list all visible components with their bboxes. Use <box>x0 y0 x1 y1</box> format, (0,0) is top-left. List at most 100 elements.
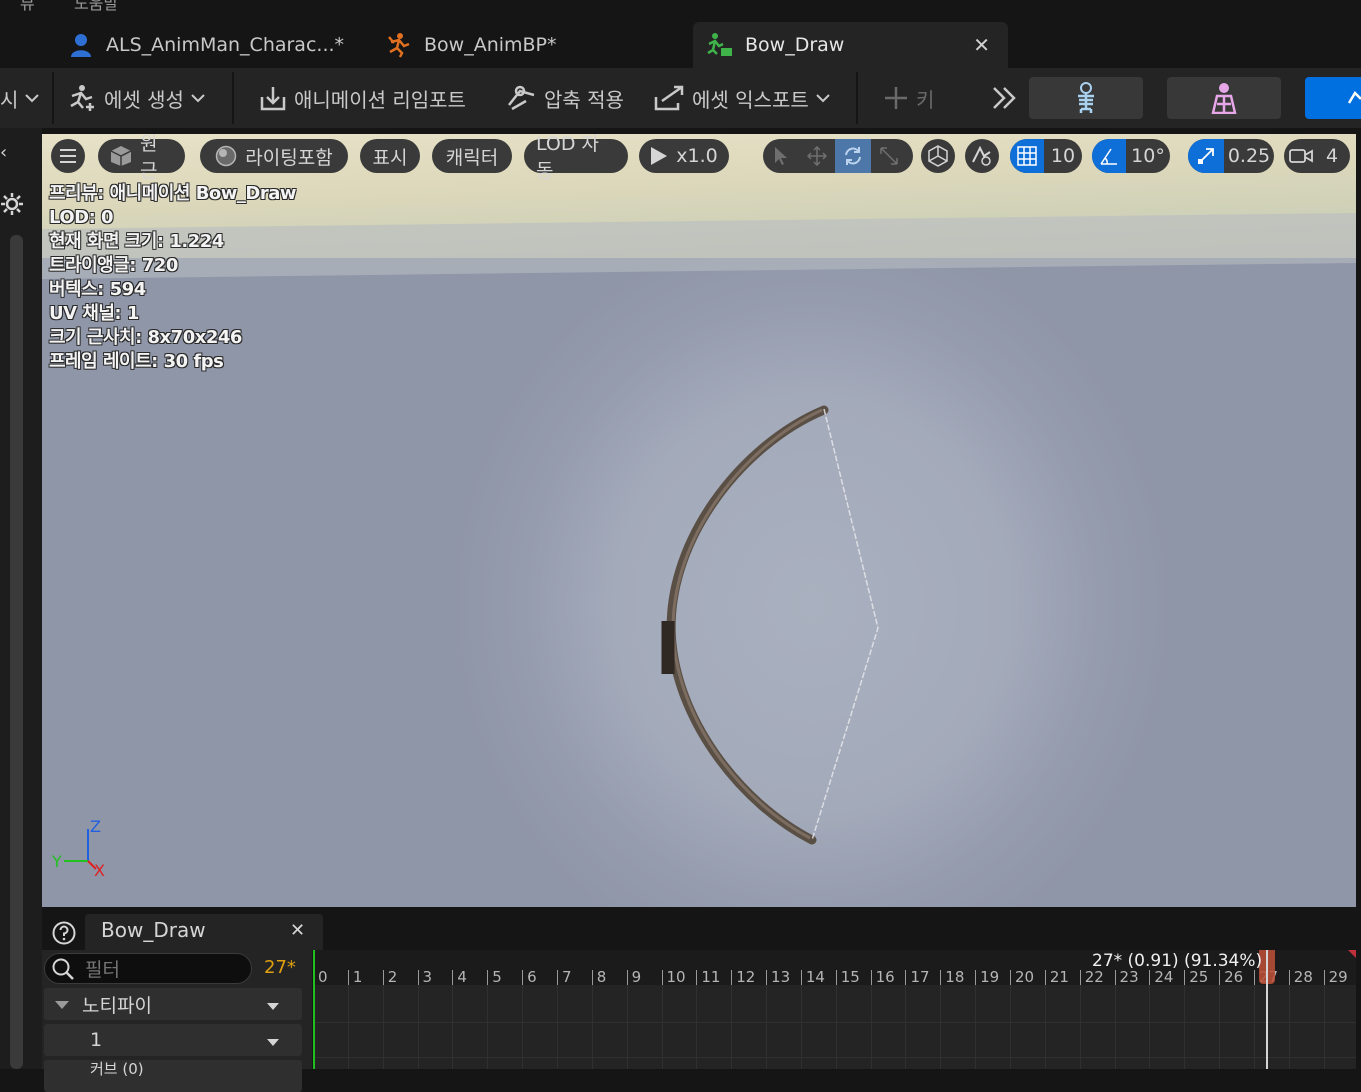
timeline-grid-line <box>766 985 768 1069</box>
scrollbar[interactable] <box>10 235 23 1069</box>
timeline-tick-label: 21 <box>1049 968 1069 986</box>
scale-snap-value[interactable]: 0.25 <box>1224 139 1274 173</box>
timeline-tick-mark <box>800 970 802 985</box>
collapse-icon[interactable]: ‹ <box>0 142 7 163</box>
dropdown-arrow-icon[interactable] <box>266 1031 280 1053</box>
filter-input[interactable] <box>83 956 247 983</box>
collapse-triangle-icon[interactable] <box>54 993 70 1015</box>
timeline-tick-mark <box>1114 970 1116 985</box>
lod-button[interactable]: LOD 자동 <box>524 134 628 182</box>
timeline-grid-line <box>940 985 942 1069</box>
scale-snap-icon[interactable] <box>1188 139 1224 173</box>
help-icon[interactable] <box>52 921 76 945</box>
character-button[interactable]: 캐릭터 <box>432 139 512 173</box>
create-asset-button[interactable]: 에셋 생성 <box>66 68 212 128</box>
chevron-down-icon <box>25 94 40 103</box>
timeline-grid-line <box>417 985 419 1069</box>
export-asset-label: 에셋 익스포트 <box>692 87 809 112</box>
timeline-tick-mark <box>1184 970 1186 985</box>
scale-icon[interactable] <box>871 139 907 173</box>
main-toolbar: 시 에셋 생성 애니메이션 리임포트 압축 적용 에셋 익스포트 키 <box>0 68 1361 128</box>
menu-item-view[interactable]: 뷰 <box>20 0 35 14</box>
start-marker[interactable] <box>313 950 315 1069</box>
skeleton-editor-button[interactable] <box>1029 77 1143 119</box>
grid-snap-value[interactable]: 10 <box>1044 139 1082 173</box>
timeline-grid-line <box>1149 985 1151 1069</box>
playhead-line[interactable] <box>1266 950 1268 1069</box>
play-speed-button[interactable]: x1.0 <box>639 139 729 173</box>
filter-search-box[interactable] <box>44 953 252 984</box>
tab-bow-draw[interactable]: Bow_Draw ✕ <box>693 22 1008 68</box>
timeline-tick-mark <box>347 970 349 985</box>
rotate-icon[interactable] <box>835 139 871 173</box>
world-axis-icon <box>928 145 948 167</box>
translate-icon[interactable] <box>799 139 835 173</box>
perspective-button[interactable]: 원근 <box>98 134 185 182</box>
timeline-tick-label: 15 <box>840 968 860 986</box>
axis-x-label: X <box>94 861 105 880</box>
timeline-tick-label: 6 <box>527 968 537 986</box>
cut-dropdown[interactable]: 시 <box>0 68 46 128</box>
local-world-toggle[interactable] <box>921 139 955 173</box>
stat-preview: 프리뷰: 애니메이션 Bow_Draw <box>49 183 297 204</box>
timeline-tick-label: 13 <box>771 968 791 986</box>
close-icon[interactable]: ✕ <box>973 33 990 57</box>
timeline-tick-label: 7 <box>561 968 572 986</box>
timeline-grid-line <box>487 985 489 1069</box>
curves-track-label: 커브 (0) <box>90 1059 144 1078</box>
skeleton-icon <box>1078 82 1094 113</box>
asset-tab-bar: ALS_AnimMan_Charac...* Bow_AnimBP* Bow_D… <box>0 14 1361 68</box>
play-speed-label: x1.0 <box>676 145 718 167</box>
skeletal-mesh-editor-button[interactable] <box>1167 77 1281 119</box>
plus-icon <box>885 87 907 109</box>
timeline-tick-mark <box>1288 970 1290 985</box>
viewport-menu-button[interactable] <box>51 139 85 173</box>
reimport-button[interactable]: 애니메이션 리임포트 <box>258 68 466 128</box>
curves-track-row[interactable]: 커브 (0) <box>44 1060 302 1092</box>
select-icon[interactable] <box>763 139 799 173</box>
show-button[interactable]: 표시 <box>360 139 420 173</box>
apply-compression-button[interactable]: 압축 적용 <box>506 68 624 128</box>
notify-track-row[interactable]: 노티파이 <box>44 988 302 1020</box>
character-label: 캐릭터 <box>445 146 499 169</box>
tab-character[interactable]: ALS_AnimMan_Charac...* <box>68 22 358 68</box>
overflow-button[interactable] <box>990 68 1026 128</box>
transform-tools-group <box>763 139 913 173</box>
lighting-button[interactable]: 라이팅포함 <box>200 139 348 173</box>
playhead-readout: 27* (0.91) (91.34%) <box>1092 951 1263 971</box>
timeline-tick-mark <box>766 970 768 985</box>
add-key-label: 키 <box>916 87 935 112</box>
dropdown-arrow-icon[interactable] <box>266 995 280 1017</box>
menu-item-help[interactable]: 도움말 <box>74 0 118 14</box>
close-icon[interactable]: ✕ <box>290 920 305 941</box>
timeline-tick-mark <box>487 970 489 985</box>
timeline-tick-mark <box>1010 970 1011 985</box>
settings-icon[interactable] <box>0 192 24 221</box>
timeline-tick-label: 1 <box>352 968 363 986</box>
camera-speed-group[interactable]: 4 <box>1284 139 1350 173</box>
export-asset-button[interactable]: 에셋 익스포트 <box>652 68 837 128</box>
grid-snap-icon[interactable] <box>1010 139 1044 173</box>
angle-snap-icon[interactable] <box>1092 139 1126 173</box>
export-icon <box>654 85 684 111</box>
tab-anim-blueprint[interactable]: Bow_AnimBP* <box>386 22 636 68</box>
track-separator <box>313 1022 1356 1023</box>
grid-snap-group: 10 <box>1010 139 1082 173</box>
stat-triangles: 트라이앵글: 720 <box>49 255 178 276</box>
timeline-grid-line <box>1219 985 1221 1069</box>
preview-viewport[interactable]: 원근 라이팅포함 표시 캐릭터 LOD 자동 x1.0 10 10° 0.25 <box>42 134 1356 907</box>
reimport-icon <box>260 87 286 111</box>
timeline-tick-label: 20 <box>1015 968 1035 986</box>
notify-subtrack-row[interactable]: 1 <box>44 1024 302 1056</box>
rotation-snap-value[interactable]: 10° <box>1126 139 1170 173</box>
surface-snap-toggle[interactable] <box>965 139 999 173</box>
timeline-tick-mark <box>382 970 384 985</box>
animation-editor-button[interactable] <box>1305 77 1361 119</box>
tab-label: Bow_AnimBP* <box>424 34 557 56</box>
timeline-grid-line <box>661 985 663 1069</box>
timeline-grid-line <box>696 985 698 1069</box>
timeline-tick-mark <box>1149 970 1151 985</box>
add-key-button[interactable]: 키 <box>882 68 934 128</box>
timeline-grid-line <box>452 985 454 1069</box>
timeline-tick-mark <box>835 970 837 985</box>
